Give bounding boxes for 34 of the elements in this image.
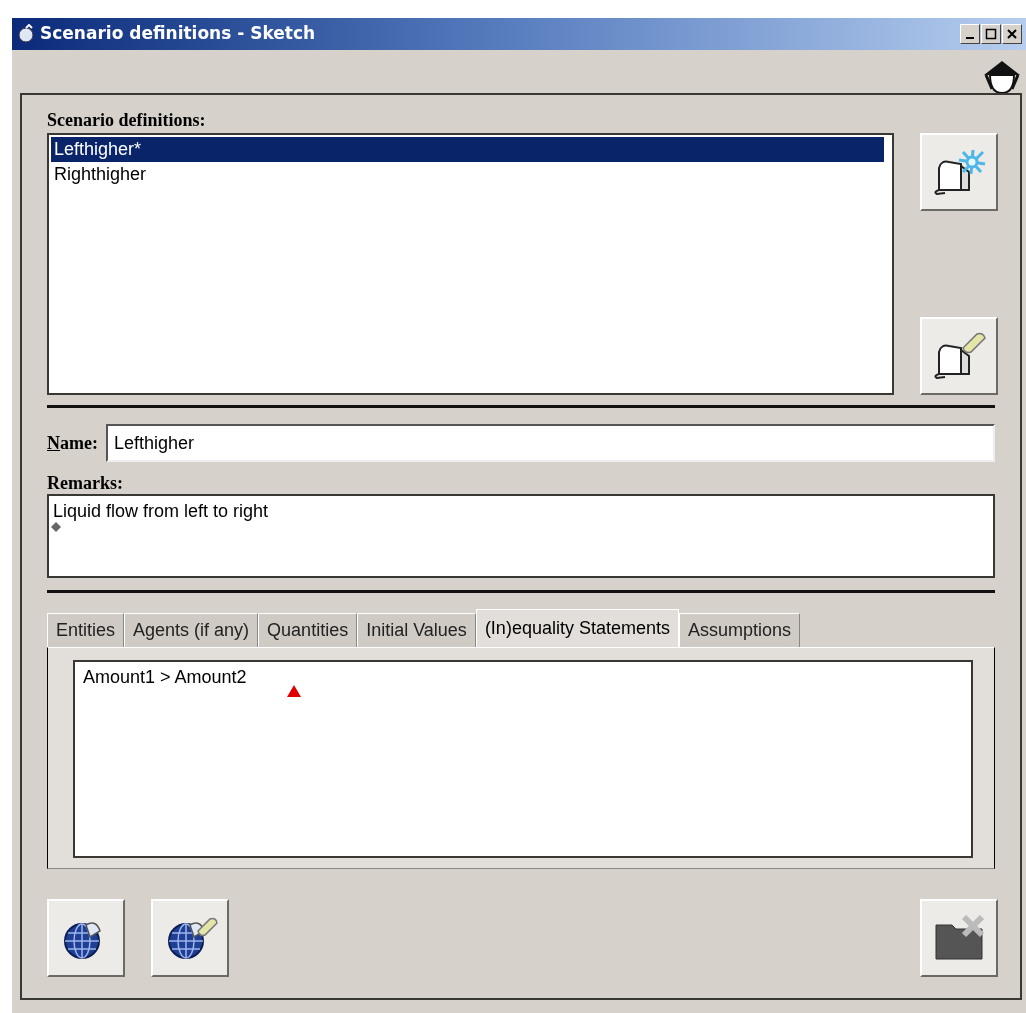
new-scenario-button[interactable] [920, 133, 998, 211]
window-title: Scenario definitions - Sketch [40, 22, 316, 46]
statements-field[interactable]: Amount1 > Amount2 [73, 660, 973, 858]
delete-scenario-button[interactable] [920, 317, 998, 395]
triangle-marker-icon [287, 685, 301, 697]
tab[interactable]: Agents (if any) [124, 613, 259, 647]
tab[interactable]: Assumptions [678, 613, 800, 647]
remarks-field[interactable]: Liquid flow from left to right [47, 494, 995, 578]
globe-button[interactable] [47, 899, 125, 977]
diamond-marker-icon [51, 522, 61, 532]
close-icon [1006, 28, 1018, 40]
folder-eraser-icon [931, 330, 987, 382]
name-field[interactable]: Lefthigher [106, 424, 995, 462]
field-label: Name: [47, 431, 98, 455]
remarks-text: Liquid flow from left to right [53, 501, 269, 521]
tab[interactable]: Quantities [258, 613, 358, 647]
field-label: Remarks: [47, 472, 124, 494]
app-icon [16, 24, 36, 44]
statement-text: Amount1 > Amount2 [83, 666, 247, 689]
maximize-button[interactable] [981, 24, 1001, 44]
list-item[interactable]: Righthigher [51, 162, 884, 187]
tab[interactable]: Initial Values [357, 613, 476, 647]
tab[interactable]: (In)equality Statements [475, 609, 679, 647]
folder-cross-icon [934, 915, 984, 961]
close-button[interactable] [1002, 24, 1022, 44]
list-item[interactable]: Lefthigher* [51, 137, 884, 162]
minimize-icon [966, 37, 974, 39]
section-label: Scenario definitions: [47, 109, 207, 131]
minimize-button[interactable] [960, 24, 980, 44]
maximize-icon [985, 28, 997, 40]
globe-erase-button[interactable] [151, 899, 229, 977]
cartoon-figure-icon [982, 59, 1022, 93]
tab[interactable]: Entities [47, 613, 125, 647]
close-folder-button[interactable] [920, 899, 998, 977]
